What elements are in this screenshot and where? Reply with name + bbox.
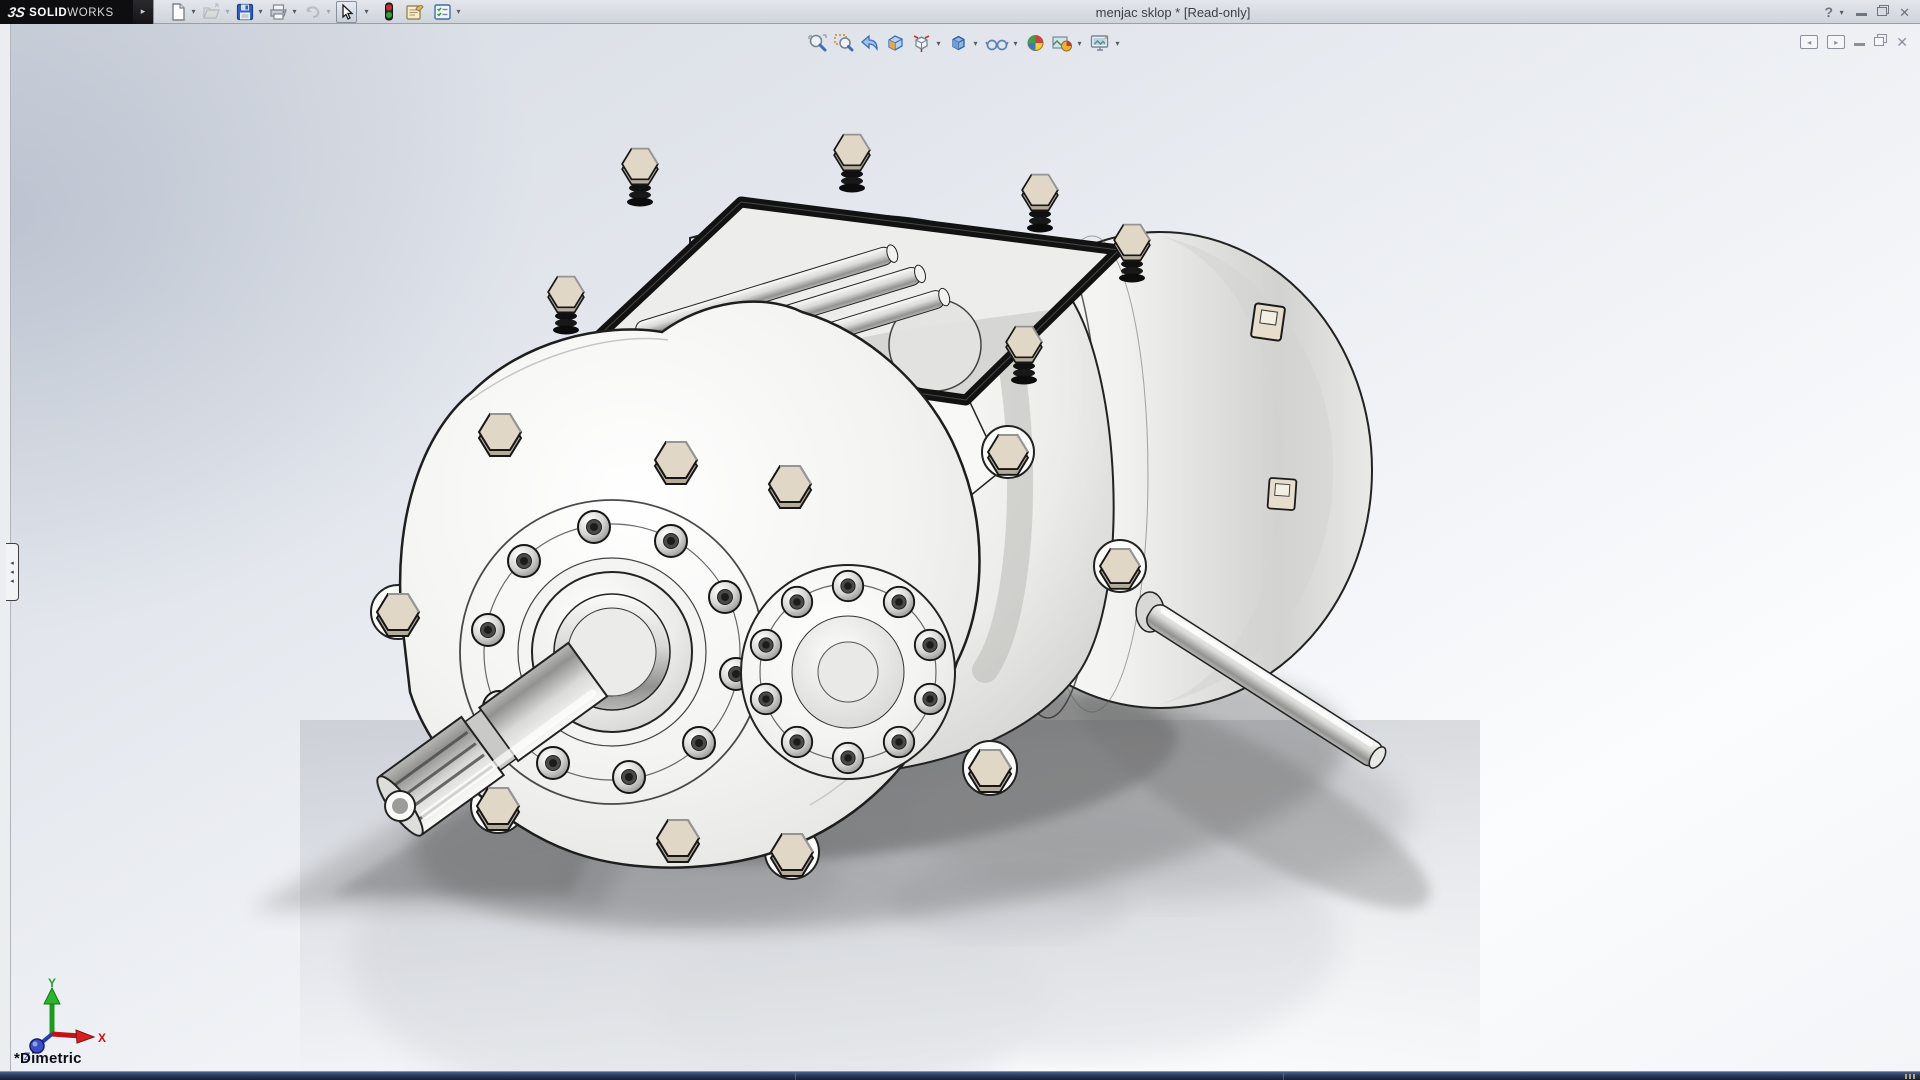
- view-orientation-caret-icon: ▾: [934, 39, 943, 48]
- open-document-caret-icon: ▾: [223, 7, 232, 16]
- options-icon: [433, 3, 452, 21]
- section-view-icon: [885, 33, 906, 53]
- menu-expand-icon: ▸: [141, 6, 146, 17]
- close-button[interactable]: ✕: [1899, 6, 1910, 19]
- document-window-controls: ◂ ▸ ✕: [1800, 33, 1908, 51]
- undo-icon: [303, 3, 322, 21]
- print-button[interactable]: ▾: [268, 1, 300, 23]
- zoom-to-fit-icon: [807, 33, 828, 53]
- hide-show-items-button[interactable]: ▾: [984, 32, 1021, 54]
- minimize-button[interactable]: [1856, 3, 1867, 21]
- pane-right-icon: ▸: [1834, 38, 1838, 47]
- collapse-arrow-icon: ◂: [10, 560, 14, 567]
- print-icon: [269, 3, 288, 21]
- view-orientation-button[interactable]: ▾: [910, 32, 944, 54]
- previous-view-icon: [859, 33, 880, 53]
- doc-minimize-button[interactable]: [1854, 33, 1865, 51]
- traffic-light-button[interactable]: [382, 1, 396, 23]
- status-bar: [0, 1071, 1920, 1080]
- new-document-caret-icon: ▾: [189, 7, 198, 16]
- zoom-to-fit-button[interactable]: [806, 32, 829, 54]
- new-document-button[interactable]: ▾: [168, 1, 199, 23]
- solidworks-window: 3S SOLIDWORKS ▸ ▾ ▾: [0, 0, 1920, 1080]
- restore-button[interactable]: [1877, 3, 1889, 21]
- traffic-light-icon: [383, 2, 395, 21]
- hide-show-items-icon: [985, 33, 1009, 53]
- select-cursor-icon: [338, 3, 355, 21]
- next-pane-button[interactable]: ▸: [1827, 35, 1845, 49]
- dome-stud: [1251, 303, 1285, 341]
- view-settings-button[interactable]: ▾: [1088, 32, 1123, 54]
- collapsed-feature-panel-tab[interactable]: ◂ ◂ ◂: [6, 543, 19, 601]
- previous-view-button[interactable]: [858, 32, 881, 54]
- right-bearing-flange[interactable]: [741, 565, 955, 779]
- view-settings-caret-icon: ▾: [1113, 39, 1122, 48]
- solidworks-logo: 3S SOLIDWORKS: [0, 0, 133, 24]
- edit-appearance-icon: [1025, 33, 1046, 53]
- standard-toolbar: ▾ ▾ ▾: [168, 1, 464, 23]
- menu-expand-button[interactable]: ▸: [133, 0, 154, 24]
- save-caret-icon: ▾: [256, 7, 265, 16]
- triad-y-label: Y: [48, 978, 56, 990]
- select-dropdown-button[interactable]: ▾: [359, 1, 372, 23]
- open-document-icon: [202, 3, 221, 21]
- select-caret-icon: ▾: [362, 7, 371, 16]
- apply-scene-icon: [1051, 33, 1073, 53]
- previous-pane-button[interactable]: ◂: [1800, 35, 1818, 49]
- file-properties-icon: [405, 3, 425, 21]
- collapse-arrow-icon: ◂: [10, 569, 14, 576]
- status-separator: [795, 1073, 796, 1080]
- new-document-icon: [169, 3, 187, 21]
- view-orientation-label: *Dimetric: [14, 1050, 82, 1067]
- print-caret-icon: ▾: [290, 7, 299, 16]
- zoom-to-area-button[interactable]: [832, 32, 855, 54]
- graphics-viewport[interactable]: ◂ ◂ ◂: [0, 24, 1920, 1072]
- doc-minimize-icon: [1854, 43, 1865, 46]
- help-caret-icon: ▾: [1837, 8, 1846, 17]
- dome-stud: [1267, 478, 1296, 510]
- undo-caret-icon: ▾: [324, 7, 333, 16]
- open-document-button[interactable]: ▾: [201, 1, 233, 23]
- window-controls: ? ▾ ✕: [1825, 0, 1910, 24]
- hide-show-items-caret-icon: ▾: [1011, 39, 1020, 48]
- file-properties-button[interactable]: [404, 1, 426, 23]
- display-style-caret-icon: ▾: [971, 39, 980, 48]
- model-3d-gearbox[interactable]: [0, 24, 1920, 1072]
- save-icon: [236, 3, 254, 21]
- select-button[interactable]: [336, 1, 357, 23]
- triad-x-label: X: [98, 1031, 106, 1045]
- title-bar: 3S SOLIDWORKS ▸ ▾ ▾: [0, 0, 1920, 24]
- options-caret-icon: ▾: [454, 7, 463, 16]
- doc-restore-icon: [1874, 34, 1887, 46]
- help-button[interactable]: ?: [1825, 4, 1834, 20]
- brand-works: WORKS: [67, 7, 113, 19]
- zoom-to-area-icon: [833, 33, 854, 53]
- doc-close-button[interactable]: ✕: [1896, 34, 1908, 51]
- pane-left-icon: ◂: [1807, 38, 1811, 47]
- edit-appearance-button[interactable]: [1024, 32, 1047, 54]
- options-button[interactable]: ▾: [432, 1, 464, 23]
- doc-restore-button[interactable]: [1874, 33, 1887, 51]
- document-title: menjac sklop * [Read-only]: [1096, 0, 1251, 24]
- collapse-arrow-icon: ◂: [10, 578, 14, 585]
- resize-grip-icon[interactable]: [1905, 1074, 1915, 1079]
- apply-scene-button[interactable]: ▾: [1050, 32, 1085, 54]
- apply-scene-caret-icon: ▾: [1075, 39, 1084, 48]
- display-style-icon: [948, 33, 969, 53]
- status-separator: [1283, 1073, 1284, 1080]
- view-settings-icon: [1089, 33, 1111, 53]
- display-style-button[interactable]: ▾: [947, 32, 981, 54]
- save-button[interactable]: ▾: [235, 1, 266, 23]
- undo-button[interactable]: ▾: [302, 1, 334, 23]
- minimize-icon: [1856, 13, 1867, 16]
- heads-up-view-toolbar: ▾ ▾ ▾: [806, 32, 1123, 54]
- view-orientation-icon: [911, 33, 932, 53]
- brand-3s-icon: 3S: [7, 4, 27, 20]
- section-view-button[interactable]: [884, 32, 907, 54]
- restore-icon: [1877, 5, 1889, 16]
- brand-solid: SOLID: [29, 7, 67, 19]
